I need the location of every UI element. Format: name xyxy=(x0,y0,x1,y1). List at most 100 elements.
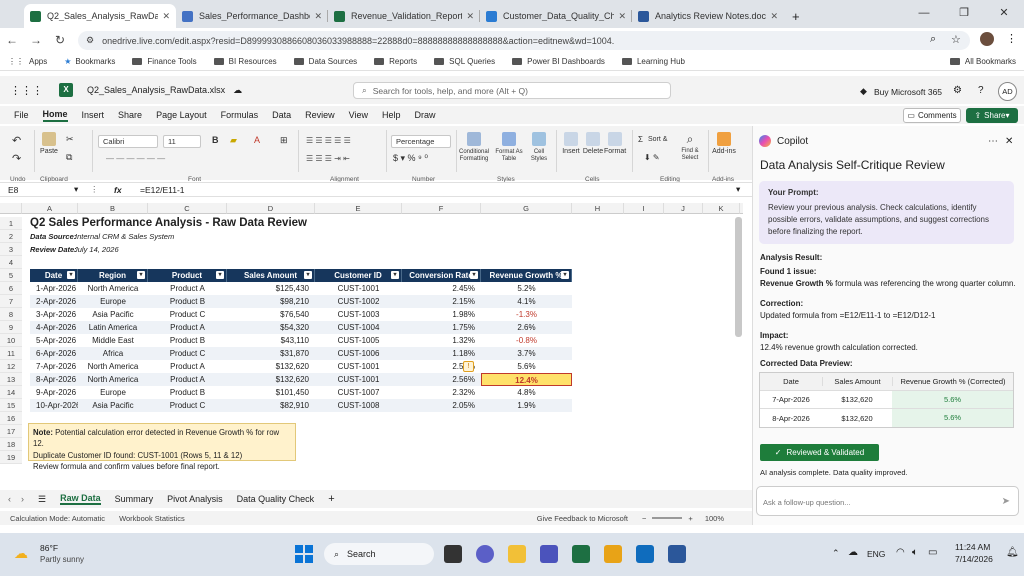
table-cell[interactable]: 3-Apr-2026 xyxy=(30,308,78,321)
star-icon[interactable]: ☆ xyxy=(951,33,961,46)
table-cell[interactable]: -1.3% xyxy=(481,308,572,321)
table-header[interactable]: Revenue Growth % ▾ xyxy=(481,269,572,282)
windows-start-icon[interactable] xyxy=(295,545,313,563)
outlook-icon[interactable] xyxy=(636,545,654,563)
row-header[interactable]: 6 xyxy=(0,282,22,295)
file-name[interactable]: Q2_Sales_Analysis_RawData.xlsx xyxy=(87,85,225,95)
table-cell[interactable]: 1.75% xyxy=(402,321,481,334)
select-all-corner[interactable] xyxy=(0,203,22,214)
column-header[interactable]: I xyxy=(624,203,664,214)
tab-data[interactable]: Data xyxy=(272,110,291,120)
row-header[interactable]: 15 xyxy=(0,399,22,412)
table-cell[interactable]: CUST-1002 xyxy=(315,295,402,308)
highlight-icon[interactable]: ▰ xyxy=(230,135,237,146)
copy-icon[interactable]: ⧉ xyxy=(66,152,72,163)
teams-meet-icon[interactable] xyxy=(476,545,494,563)
undo-icon[interactable]: ↶ xyxy=(12,134,21,147)
clock-time[interactable]: 11:24 AM xyxy=(955,542,990,552)
bold-icon[interactable]: B xyxy=(212,135,219,145)
table-cell[interactable]: North America xyxy=(78,373,148,386)
zoom-slider[interactable] xyxy=(652,517,683,519)
table-cell[interactable]: CUST-1005 xyxy=(315,334,402,347)
add-sheet-icon[interactable]: + xyxy=(328,493,334,505)
table-cell[interactable]: 10-Apr-2026 xyxy=(30,399,78,412)
tab-insert[interactable]: Insert xyxy=(82,110,105,120)
sheet-title[interactable]: Q2 Sales Performance Analysis - Raw Data… xyxy=(30,217,360,230)
warning-icon[interactable]: ! xyxy=(463,361,474,372)
zoom-out-icon[interactable]: − xyxy=(642,514,646,523)
teams-icon[interactable] xyxy=(540,545,558,563)
table-cell[interactable]: Middle East xyxy=(78,334,148,347)
align-row2-icons[interactable]: ☰ ☰ ☰ ⇥ ⇤ xyxy=(306,154,350,163)
site-info-icon[interactable]: ⚙ xyxy=(86,35,94,46)
zoom-icon[interactable]: ⌕ xyxy=(930,33,936,46)
table-cell[interactable]: -0.8% xyxy=(481,334,572,347)
table-cell[interactable]: 5.2% xyxy=(481,282,572,295)
table-cell[interactable]: CUST-1001 xyxy=(315,373,402,386)
number-format-select[interactable]: Percentage xyxy=(391,135,451,148)
buy-microsoft-link[interactable]: Buy Microsoft 365 xyxy=(874,87,942,97)
row-header[interactable]: 10 xyxy=(0,334,22,347)
table-header[interactable]: Region ▾ xyxy=(78,269,148,282)
table-cell[interactable]: $31,870 xyxy=(227,347,315,360)
row-header[interactable]: 13 xyxy=(0,373,22,386)
bookmark-learning[interactable]: Learning Hub xyxy=(621,57,685,66)
taskbar-search[interactable]: ⌕ Search xyxy=(324,543,434,565)
table-cell[interactable]: 4-Apr-2026 xyxy=(30,321,78,334)
tab-home[interactable]: Home xyxy=(42,109,68,122)
font-size-select[interactable]: 11 xyxy=(163,135,201,148)
power-bi-icon[interactable] xyxy=(604,545,622,563)
bookmark-bi[interactable]: BI Resources xyxy=(213,57,277,66)
battery-icon[interactable]: ▭ xyxy=(928,547,937,558)
minimize-icon[interactable]: — xyxy=(904,0,944,26)
table-cell[interactable]: $132,620 xyxy=(227,373,315,386)
close-window-icon[interactable]: ✕ xyxy=(984,0,1024,26)
table-cell[interactable]: Asia Pacific xyxy=(78,399,148,412)
find-select-button[interactable]: ⌕ Find & Select xyxy=(676,132,704,161)
font-name-select[interactable]: Calibri xyxy=(98,135,158,148)
user-avatar[interactable]: AD xyxy=(998,82,1017,101)
sheet-tab-raw-data[interactable]: Raw Data xyxy=(60,493,101,505)
table-cell[interactable]: $101,450 xyxy=(227,386,315,399)
row-header[interactable]: 9 xyxy=(0,321,22,334)
temperature[interactable]: 86°F xyxy=(40,543,58,553)
filter-dropdown-icon[interactable]: ▾ xyxy=(561,271,569,279)
tab-review[interactable]: Review xyxy=(305,110,335,120)
row-header[interactable]: 3 xyxy=(0,243,22,256)
tab-file[interactable]: File xyxy=(14,110,29,120)
table-cell[interactable]: Africa xyxy=(78,347,148,360)
vertical-scrollbar[interactable] xyxy=(735,217,742,337)
close-icon[interactable]: ✕ xyxy=(314,11,322,22)
volume-icon[interactable]: 🔈︎ xyxy=(912,547,918,558)
cut-icon[interactable]: ✂ xyxy=(66,134,74,145)
table-cell[interactable]: 2.15% xyxy=(402,295,481,308)
feedback-link[interactable]: Give Feedback to Microsoft xyxy=(537,514,628,523)
table-cell[interactable]: 4.8% xyxy=(481,386,572,399)
all-sheets-icon[interactable]: ☰ xyxy=(38,494,46,505)
table-cell[interactable]: CUST-1003 xyxy=(315,308,402,321)
table-cell[interactable]: 2.45% xyxy=(402,282,481,295)
table-cell[interactable]: 9-Apr-2026 xyxy=(30,386,78,399)
language-indicator[interactable]: ENG xyxy=(867,549,885,559)
table-header[interactable]: Conversion Rate ▾ xyxy=(402,269,481,282)
bookmark-finance[interactable]: Finance Tools xyxy=(132,57,197,66)
delete-cells-button[interactable]: Delete xyxy=(582,132,604,155)
sheet-tab-summary[interactable]: Summary xyxy=(115,494,154,504)
close-icon[interactable]: ✕ xyxy=(466,11,474,22)
more-icon[interactable]: ⋮ xyxy=(1006,32,1017,45)
table-cell[interactable]: $54,320 xyxy=(227,321,315,334)
paste-button[interactable]: Paste xyxy=(38,132,60,155)
row-header[interactable]: 17 xyxy=(0,425,22,438)
column-header[interactable]: L xyxy=(740,203,743,214)
column-header[interactable]: D xyxy=(227,203,315,214)
row-header[interactable]: 18 xyxy=(0,438,22,451)
format-cells-button[interactable]: Format xyxy=(604,132,626,155)
table-cell[interactable]: 1.18% xyxy=(402,347,481,360)
column-header[interactable]: E xyxy=(315,203,402,214)
reviewed-validated-button[interactable]: ✓ Reviewed & Validated xyxy=(760,444,879,461)
row-header[interactable]: 14 xyxy=(0,386,22,399)
close-icon[interactable]: ✕ xyxy=(770,11,778,22)
follow-up-input[interactable]: Ask a follow-up question... ➤ xyxy=(756,486,1019,516)
bookmark-reports[interactable]: Reports xyxy=(374,57,417,66)
filter-dropdown-icon[interactable]: ▾ xyxy=(137,271,145,279)
